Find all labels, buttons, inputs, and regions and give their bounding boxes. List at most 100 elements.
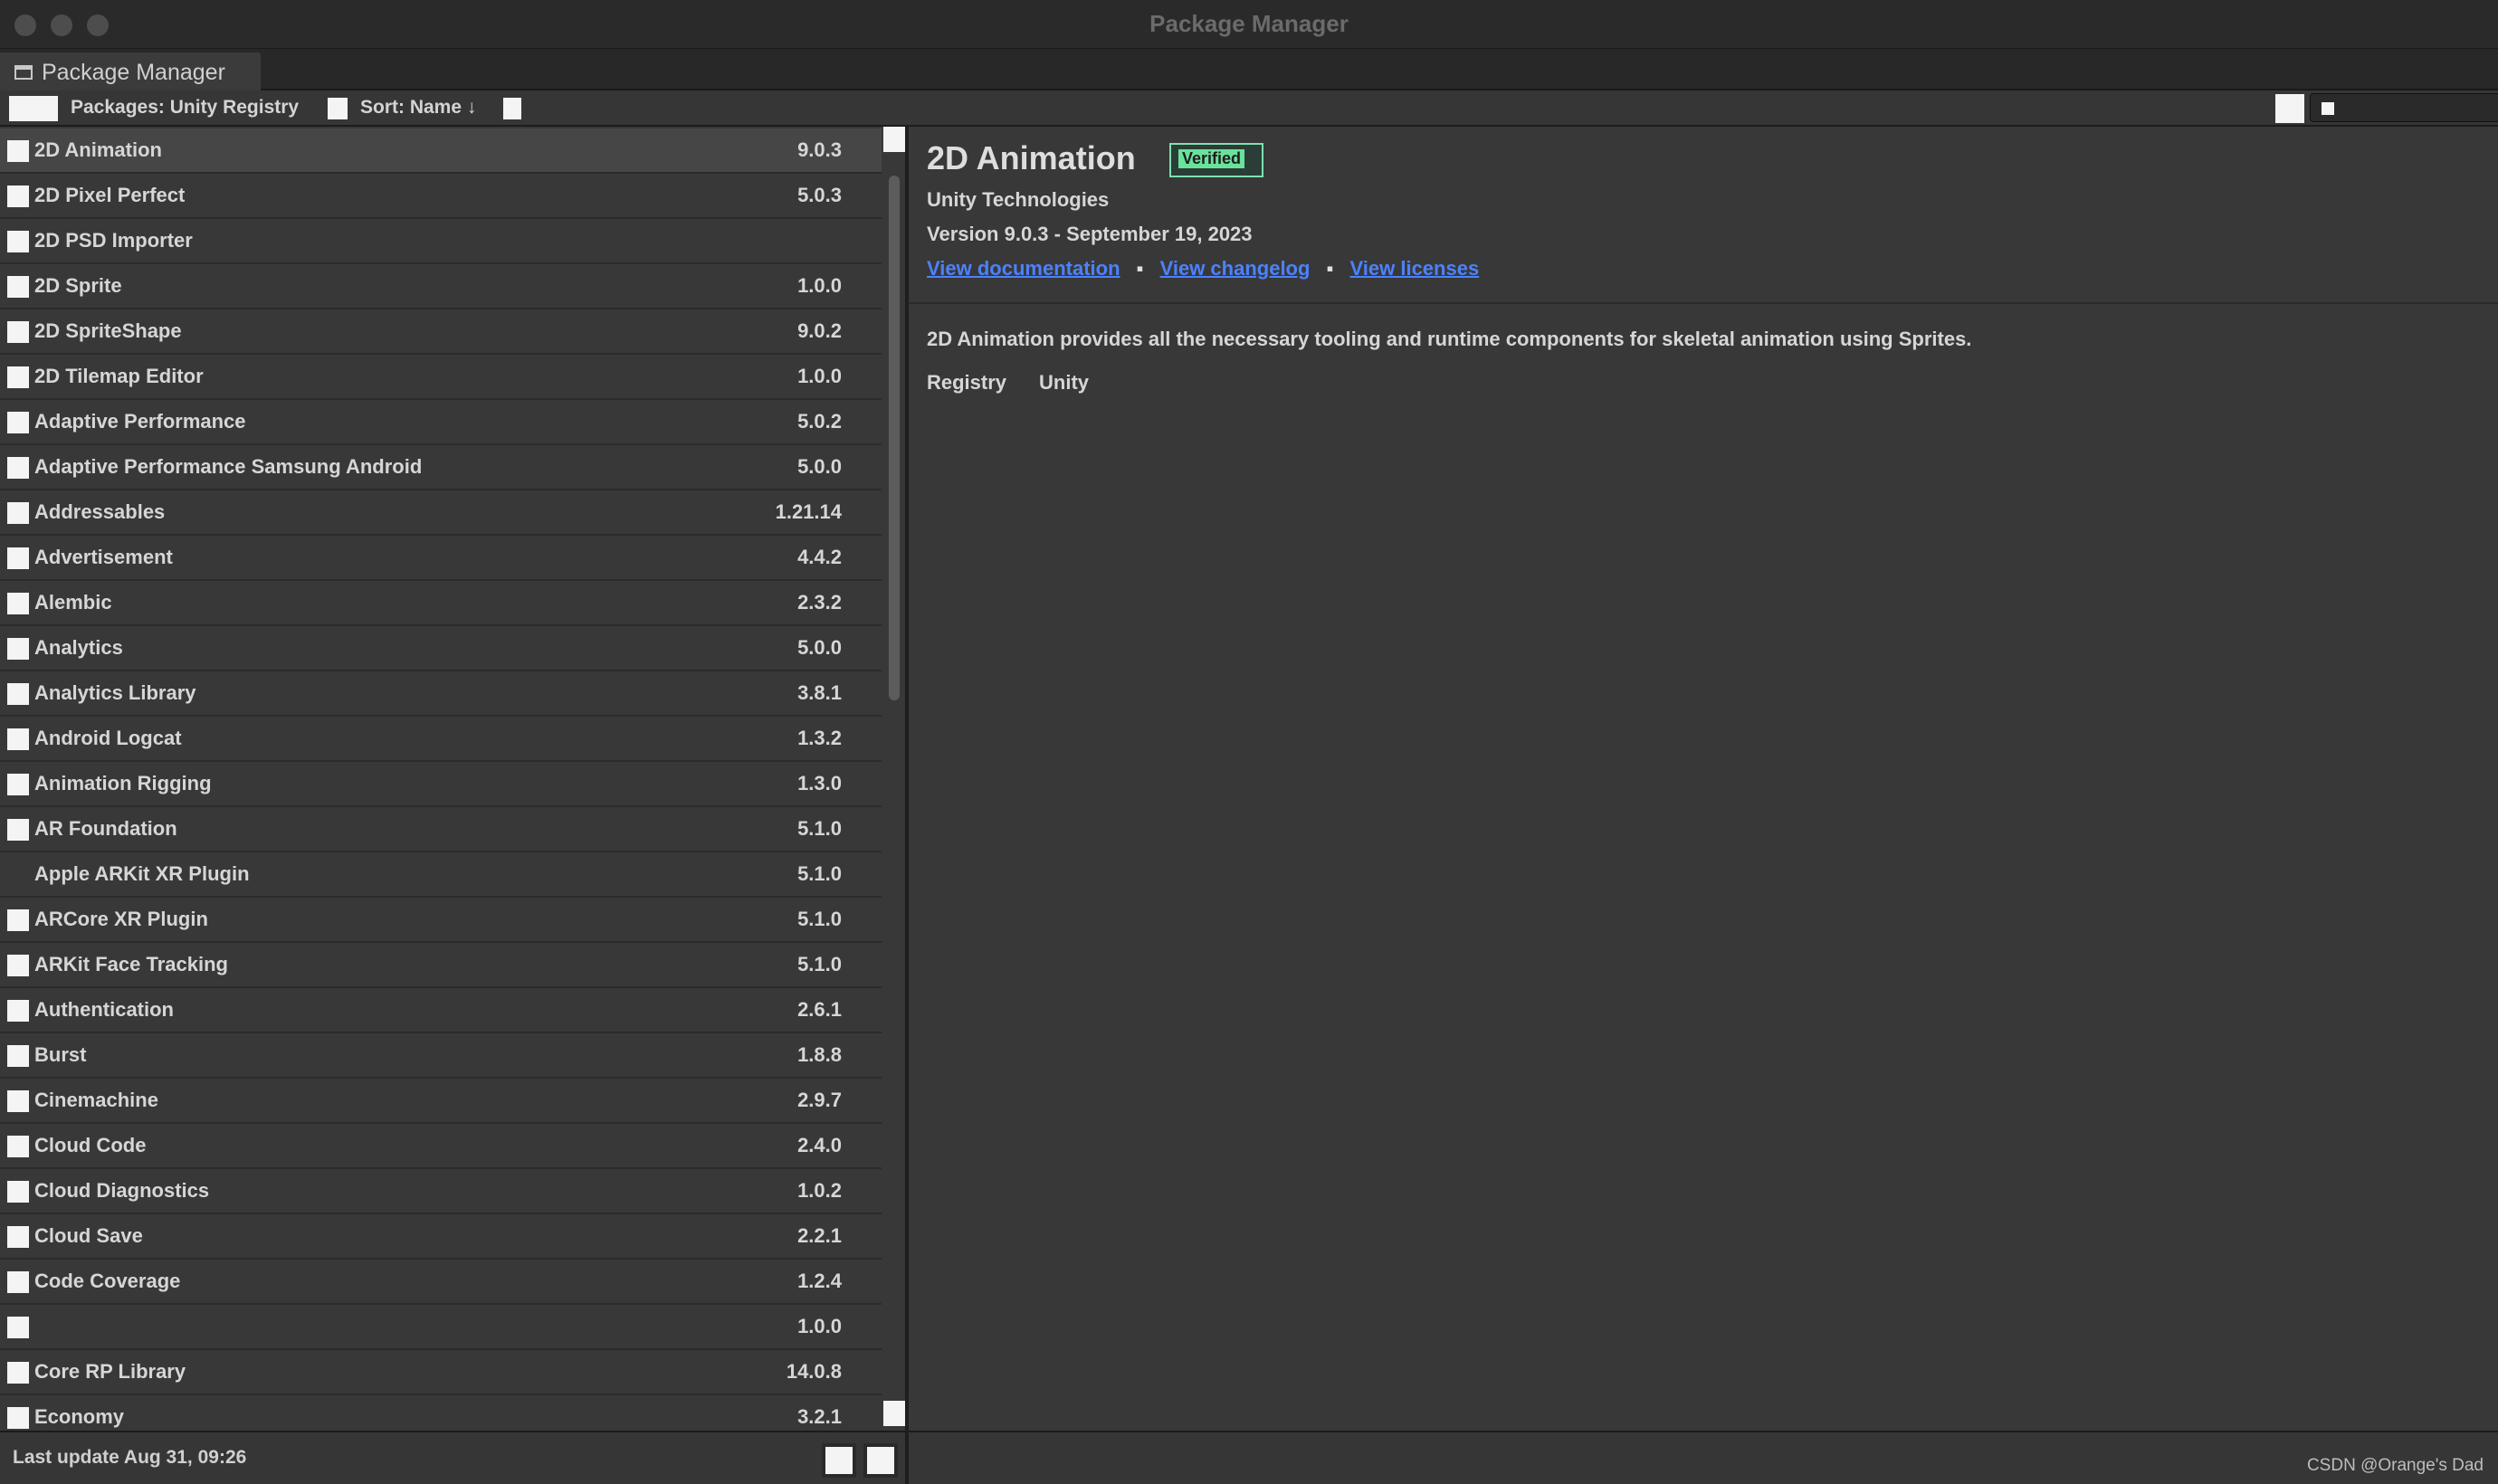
link-separator: ▪ xyxy=(1326,257,1334,280)
add-package-button[interactable] xyxy=(9,96,58,121)
package-status-icon xyxy=(7,728,29,750)
package-list-item[interactable]: Cloud Save 2.2.1 xyxy=(0,1214,882,1260)
package-name: 2D PSD Importer xyxy=(34,229,193,252)
package-status-icon xyxy=(7,321,29,343)
package-links: View documentation ▪ View changelog ▪ Vi… xyxy=(927,257,1479,281)
last-update-label: Last update Aug 31, 09:26 xyxy=(13,1447,247,1468)
view-changelog-link[interactable]: View changelog xyxy=(1160,257,1311,280)
package-list-item[interactable]: Advertisement 4.4.2 xyxy=(0,536,882,581)
package-status-icon xyxy=(7,819,29,841)
sort-dropdown[interactable]: Sort: Name ↓ xyxy=(360,97,476,119)
scrollbar-thumb[interactable] xyxy=(889,176,900,700)
package-list-item[interactable]: Adaptive Performance Samsung Android 5.0.… xyxy=(0,445,882,490)
package-list-item[interactable]: Cloud Code 2.4.0 xyxy=(0,1124,882,1169)
search-input[interactable] xyxy=(2310,93,2498,122)
package-version: 9.0.3 xyxy=(797,138,842,161)
view-documentation-link[interactable]: View documentation xyxy=(927,257,1120,280)
window-title: Package Manager xyxy=(1149,10,1349,37)
package-version: 5.1.0 xyxy=(797,953,842,975)
details-footer: CSDN @Orange's Dad xyxy=(909,1431,2498,1484)
package-status-icon xyxy=(7,683,29,705)
tab-package-manager[interactable]: Package Manager xyxy=(0,52,261,90)
package-status-icon xyxy=(7,1317,29,1338)
package-name: Apple ARKit XR Plugin xyxy=(34,862,250,885)
scroll-down-arrow-icon[interactable] xyxy=(883,1401,905,1426)
package-list-item[interactable]: Authentication 2.6.1 xyxy=(0,988,882,1033)
package-version: 1.0.0 xyxy=(797,365,842,387)
view-licenses-link[interactable]: View licenses xyxy=(1350,257,1480,280)
package-list-item[interactable]: 2D PSD Importer xyxy=(0,219,882,264)
package-list-item[interactable]: Apple ARKit XR Plugin 5.1.0 xyxy=(0,852,882,898)
package-status-icon xyxy=(7,1000,29,1022)
package-version: 1.2.4 xyxy=(797,1270,842,1292)
watermark: CSDN @Orange's Dad xyxy=(2306,1456,2484,1475)
package-name: Authentication xyxy=(34,998,174,1021)
tab-strip: Package Manager xyxy=(0,49,2498,90)
package-list-item[interactable]: Analytics Library 3.8.1 xyxy=(0,671,882,717)
package-list-item[interactable]: 2D SpriteShape 9.0.2 xyxy=(0,309,882,355)
package-status-icon xyxy=(7,186,29,207)
package-status-icon xyxy=(7,457,29,479)
package-name: Cloud Code xyxy=(34,1134,147,1156)
package-name: Cinemachine xyxy=(34,1089,158,1111)
package-list[interactable]: 2D Animation 9.0.3 2D Pixel Perfect 5.0.3 2D… xyxy=(0,127,907,1474)
package-list-item[interactable]: 2D Pixel Perfect 5.0.3 xyxy=(0,174,882,219)
package-list-item[interactable]: Animation Rigging 1.3.0 xyxy=(0,762,882,807)
package-status-icon xyxy=(7,774,29,795)
package-status-icon xyxy=(7,276,29,298)
package-name: Code Coverage xyxy=(34,1270,181,1292)
package-list-item[interactable]: Analytics 5.0.0 xyxy=(0,626,882,671)
package-list-item[interactable]: Code Coverage 1.2.4 xyxy=(0,1260,882,1305)
refresh-options-button[interactable] xyxy=(863,1443,898,1478)
refresh-button[interactable] xyxy=(822,1443,856,1478)
package-name: Burst xyxy=(34,1043,87,1066)
package-list-item[interactable]: Android Logcat 1.3.2 xyxy=(0,717,882,762)
package-version: 5.1.0 xyxy=(797,908,842,930)
package-status-icon xyxy=(7,1136,29,1157)
package-list-item[interactable]: 2D Sprite 1.0.0 xyxy=(0,264,882,309)
search-icon xyxy=(2322,102,2334,115)
scrollbar[interactable] xyxy=(883,154,905,1399)
package-name: 2D Sprite xyxy=(34,274,122,297)
registry-label: Registry xyxy=(927,371,1007,394)
package-list-item[interactable]: Addressables 1.21.14 xyxy=(0,490,882,536)
package-details: 2D Animation Verified Unity Technologies… xyxy=(909,127,2498,1431)
settings-gear-icon[interactable] xyxy=(2275,94,2304,123)
package-list-item[interactable]: Adaptive Performance 5.0.2 xyxy=(0,400,882,445)
package-name: 2D Animation xyxy=(34,138,162,161)
package-version: 2.2.1 xyxy=(797,1224,842,1247)
package-status-icon xyxy=(7,593,29,614)
package-list-item[interactable]: Burst 1.8.8 xyxy=(0,1033,882,1079)
packages-filter-dropdown[interactable]: Packages: Unity Registry xyxy=(71,97,299,119)
package-status-icon xyxy=(7,1090,29,1112)
package-list-item[interactable]: AR Foundation 5.1.0 xyxy=(0,807,882,852)
package-list-item[interactable]: ARCore XR Plugin 5.1.0 xyxy=(0,898,882,943)
package-status-icon xyxy=(7,1181,29,1203)
package-version: 5.0.3 xyxy=(797,184,842,206)
sort-chevron-icon[interactable] xyxy=(503,98,521,119)
package-version: 1.3.0 xyxy=(797,772,842,794)
package-name: Addressables xyxy=(34,500,166,523)
package-status-icon xyxy=(7,1271,29,1293)
scroll-up-arrow-icon[interactable] xyxy=(883,127,905,152)
package-list-item[interactable]: Alembic 2.3.2 xyxy=(0,581,882,626)
package-status-icon xyxy=(7,909,29,931)
window-title-bar: Package Manager xyxy=(0,0,2498,49)
package-status-icon xyxy=(7,547,29,569)
package-version: 1.0.0 xyxy=(797,1315,842,1337)
package-status-icon xyxy=(7,955,29,976)
package-author[interactable]: Unity Technologies xyxy=(927,188,1109,212)
package-version: 5.1.0 xyxy=(797,862,842,885)
package-name: Adaptive Performance xyxy=(34,410,246,433)
package-name: Cloud Save xyxy=(34,1224,143,1247)
package-list-item[interactable]: 2D Tilemap Editor 1.0.0 xyxy=(0,355,882,400)
package-list-item[interactable]: 2D Animation 9.0.3 xyxy=(0,128,882,174)
package-name: Animation Rigging xyxy=(34,772,212,794)
package-status-icon xyxy=(7,1226,29,1248)
package-list-item[interactable]: Cinemachine 2.9.7 xyxy=(0,1079,882,1124)
package-list-item[interactable]: 1.0.0 xyxy=(0,1305,882,1350)
packages-filter-chevron-icon[interactable] xyxy=(328,98,348,119)
package-list-item[interactable]: Core RP Library 14.0.8 xyxy=(0,1350,882,1395)
package-list-item[interactable]: Cloud Diagnostics 1.0.2 xyxy=(0,1169,882,1214)
package-list-item[interactable]: ARKit Face Tracking 5.1.0 xyxy=(0,943,882,988)
